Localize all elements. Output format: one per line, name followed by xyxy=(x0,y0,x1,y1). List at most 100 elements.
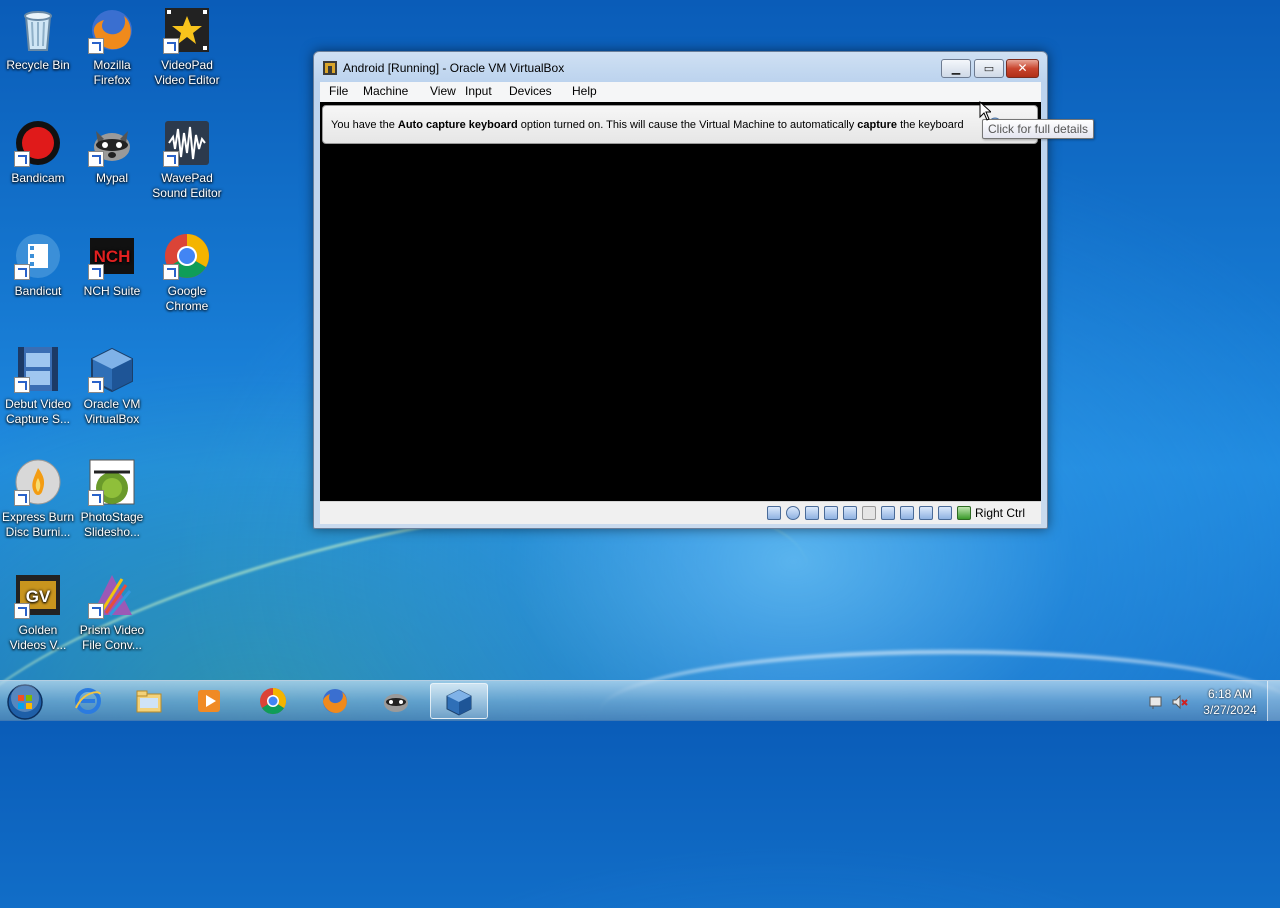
photostage-icon xyxy=(88,458,136,506)
chrome-icon xyxy=(260,687,287,715)
desktop-icon-nch-suite[interactable]: NCH NCH Suite xyxy=(74,232,150,299)
desktop-icon-photostage[interactable]: PhotoStage Slidesho... xyxy=(74,458,150,540)
desktop-icon-label: PhotoStage Slidesho... xyxy=(80,510,144,539)
taskbar-internet-explorer[interactable] xyxy=(60,683,118,719)
shortcut-arrow-icon xyxy=(88,490,104,506)
nch-suite-icon: NCH xyxy=(88,232,136,280)
firefox-icon xyxy=(88,6,136,54)
shortcut-arrow-icon xyxy=(88,38,104,54)
desktop-icon-chrome[interactable]: Google Chrome xyxy=(149,232,225,314)
shortcut-arrow-icon xyxy=(88,377,104,393)
shortcut-arrow-icon xyxy=(14,264,30,280)
auto-capture-notification[interactable]: You have the Auto capture keyboard optio… xyxy=(322,105,1038,144)
desktop-icon-label: Prism Video File Conv... xyxy=(79,623,145,652)
media-player-icon xyxy=(198,690,220,712)
virtualbox-icon xyxy=(446,689,472,716)
display-icon[interactable] xyxy=(881,506,895,520)
desktop-icon-wavepad[interactable]: WavePad Sound Editor xyxy=(149,119,225,201)
desktop-icon-mypal[interactable]: Mypal xyxy=(74,119,150,186)
close-icon: ✕ xyxy=(1017,61,1028,75)
shortcut-arrow-icon xyxy=(163,151,179,167)
desktop-icon-golden-videos[interactable]: GV Golden Videos V... xyxy=(0,571,76,653)
clock[interactable]: 6:18 AM 3/27/2024 xyxy=(1198,686,1262,718)
desktop-icon-bandicam[interactable]: Bandicam xyxy=(0,119,76,186)
firefox-icon xyxy=(323,689,347,713)
desktop-icon-prism[interactable]: Prism Video File Conv... xyxy=(74,571,150,653)
shortcut-arrow-icon xyxy=(14,377,30,393)
usb-icon[interactable] xyxy=(843,506,857,520)
videopad-icon xyxy=(163,6,211,54)
notification-text: You have the Auto capture keyboard optio… xyxy=(331,119,964,131)
menu-input[interactable]: Input xyxy=(463,84,494,98)
hard-disk-icon[interactable] xyxy=(767,506,781,520)
video-capture-icon[interactable] xyxy=(900,506,914,520)
chrome-icon xyxy=(163,232,211,280)
taskbar-file-explorer[interactable] xyxy=(121,683,179,719)
menu-help[interactable]: Help xyxy=(570,84,599,98)
desktop-icon-label: Bandicut xyxy=(14,284,62,298)
desktop-icon-debut-video[interactable]: Debut Video Capture S... xyxy=(0,345,76,427)
bandicut-icon xyxy=(14,232,62,280)
taskbar-firefox[interactable] xyxy=(307,683,365,719)
desktop-icon-label: WavePad Sound Editor xyxy=(152,171,222,200)
taskbar-media-player[interactable] xyxy=(181,683,239,719)
desktop-icon-label: NCH Suite xyxy=(83,284,141,298)
wavepad-icon xyxy=(163,119,211,167)
shortcut-arrow-icon xyxy=(88,264,104,280)
bandicam-icon xyxy=(14,119,62,167)
taskbar-virtualbox[interactable] xyxy=(430,683,488,719)
cpu-icon[interactable] xyxy=(919,506,933,520)
desktop-icon-firefox[interactable]: Mozilla Firefox xyxy=(74,6,150,88)
desktop-icon-virtualbox[interactable]: Oracle VM VirtualBox xyxy=(74,345,150,427)
keyboard-capture-icon[interactable] xyxy=(957,506,971,520)
desktop-icon-bandicut[interactable]: Bandicut xyxy=(0,232,76,299)
window-titlebar[interactable]: Android [Running] - Oracle VM VirtualBox… xyxy=(314,52,1047,82)
menu-machine[interactable]: Machine xyxy=(361,84,410,98)
internet-explorer-icon xyxy=(75,688,101,714)
mouse-cursor-icon xyxy=(979,101,991,121)
clock-date: 3/27/2024 xyxy=(1203,703,1257,717)
desktop-icon-recycle-bin[interactable]: Recycle Bin xyxy=(0,6,76,73)
menu-devices[interactable]: Devices xyxy=(507,84,554,98)
action-center-flag-icon[interactable] xyxy=(1148,694,1164,710)
debut-video-icon xyxy=(14,345,62,393)
maximize-button[interactable]: ▭ xyxy=(974,59,1004,78)
desktop-icon-label: Mozilla Firefox xyxy=(93,58,131,87)
desktop-icon-label: Bandicam xyxy=(11,171,65,185)
desktop-icon-label: VideoPad Video Editor xyxy=(154,58,220,87)
menu-file[interactable]: File xyxy=(327,84,350,98)
audio-icon[interactable] xyxy=(805,506,819,520)
desktop-icon-label: Oracle VM VirtualBox xyxy=(83,397,141,426)
menu-bar: File Machine View Input Devices Help xyxy=(320,82,1041,102)
window-title: Android [Running] - Oracle VM VirtualBox xyxy=(343,61,565,75)
status-bar: Right Ctrl xyxy=(320,501,1041,524)
desktop-icon-express-burn[interactable]: Express Burn Disc Burni... xyxy=(0,458,76,540)
vm-display[interactable]: You have the Auto capture keyboard optio… xyxy=(320,102,1041,501)
menu-view[interactable]: View xyxy=(428,84,458,98)
shared-folders-icon[interactable] xyxy=(862,506,876,520)
shortcut-arrow-icon xyxy=(88,603,104,619)
desktop-icon-videopad[interactable]: VideoPad Video Editor xyxy=(149,6,225,88)
shortcut-arrow-icon xyxy=(14,490,30,506)
desktop-icon-label: Express Burn Disc Burni... xyxy=(1,510,75,539)
mypal-raccoon-icon xyxy=(88,119,136,167)
shortcut-arrow-icon xyxy=(163,38,179,54)
mouse-integration-icon[interactable] xyxy=(938,506,952,520)
recycle-bin-icon xyxy=(14,6,62,54)
desktop-icon-label: Recycle Bin xyxy=(6,58,70,72)
window-client-area: File Machine View Input Devices Help You… xyxy=(320,82,1041,524)
show-desktop-button[interactable] xyxy=(1267,681,1280,721)
minimize-button[interactable]: ▁ xyxy=(941,59,971,78)
express-burn-icon xyxy=(14,458,62,506)
volume-muted-icon[interactable] xyxy=(1172,694,1188,710)
desktop-icon-label: Mypal xyxy=(95,171,128,185)
taskbar-chrome[interactable] xyxy=(245,683,303,719)
virtualbox-android-icon xyxy=(323,61,337,75)
network-icon[interactable] xyxy=(824,506,838,520)
taskbar-mypal[interactable] xyxy=(368,683,426,719)
close-button[interactable]: ✕ xyxy=(1006,59,1039,78)
optical-drive-icon[interactable] xyxy=(786,506,800,520)
start-button[interactable] xyxy=(6,683,44,721)
shortcut-arrow-icon xyxy=(14,151,30,167)
prism-video-icon xyxy=(88,571,136,619)
